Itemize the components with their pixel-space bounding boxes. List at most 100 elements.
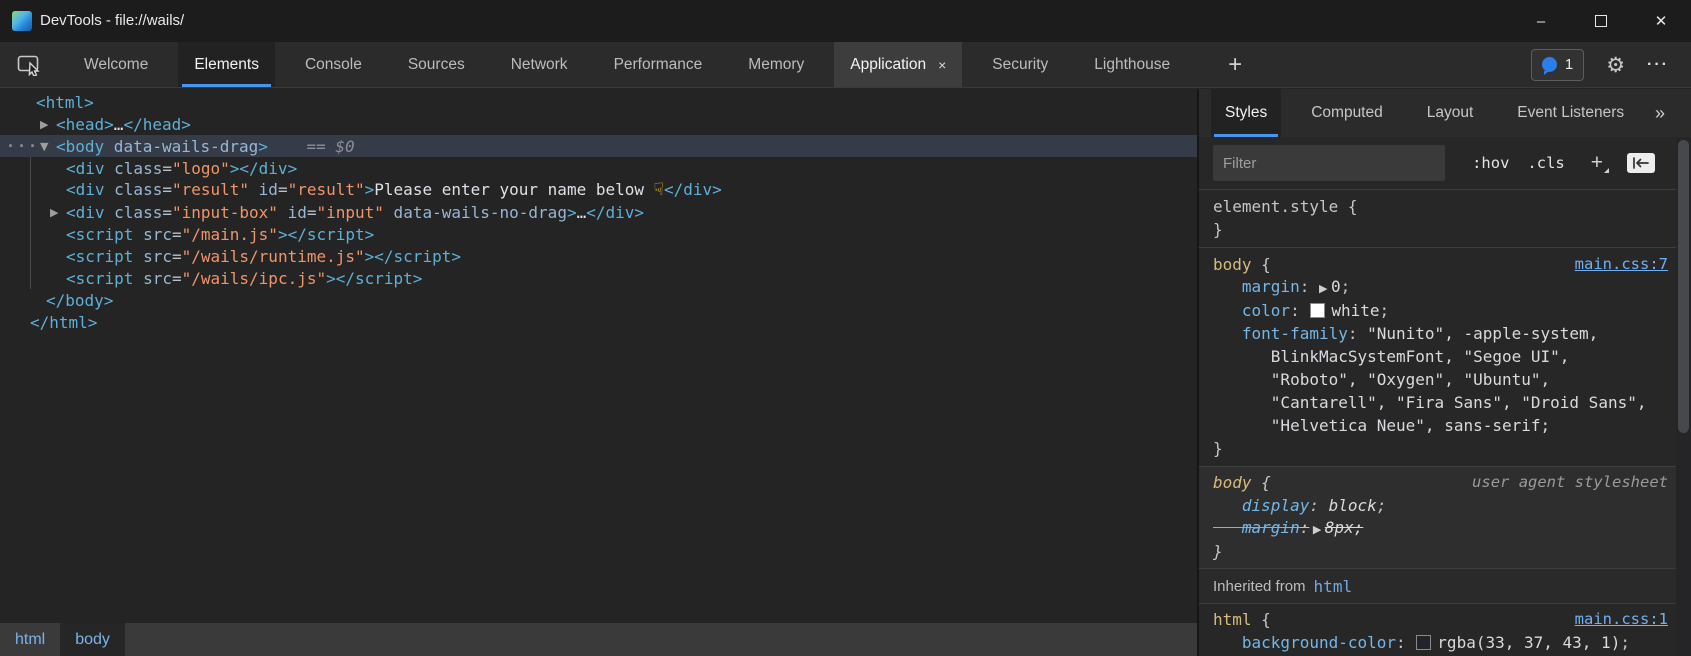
tab-lighthouse[interactable]: Lighthouse bbox=[1078, 42, 1186, 87]
dom-tree-row[interactable]: <script src="/main.js"></script> bbox=[0, 223, 1197, 245]
css-declaration-line[interactable]: body { main.css:7 bbox=[1213, 253, 1676, 276]
code-token: <div bbox=[66, 203, 105, 222]
tab-elements[interactable]: Elements bbox=[178, 42, 275, 87]
css-code: margin: ▶ 0; bbox=[1213, 275, 1350, 300]
tab-event-listeners[interactable]: Event Listeners bbox=[1503, 89, 1638, 137]
breadcrumb-html[interactable]: html bbox=[0, 623, 60, 656]
inspect-element-button[interactable] bbox=[12, 42, 48, 87]
tab-overflow-button[interactable]: » bbox=[1655, 89, 1665, 137]
code-token: "Nunito", -apple-system, bbox=[1367, 324, 1598, 343]
css-declaration-line[interactable]: "Cantarell", "Fira Sans", "Droid Sans", bbox=[1213, 391, 1676, 414]
close-button[interactable]: ✕ bbox=[1631, 0, 1691, 42]
css-code: html { bbox=[1213, 608, 1271, 631]
devtools-app-icon bbox=[12, 11, 32, 31]
tab-application[interactable]: Application × bbox=[834, 42, 962, 87]
tab-console[interactable]: Console bbox=[289, 42, 378, 87]
title-bar: DevTools - file://wails/ – ✕ bbox=[0, 0, 1691, 42]
dom-tree-row[interactable]: ···▼<body data-wails-drag> == $0 bbox=[0, 135, 1197, 157]
css-declaration-line[interactable]: font-family: "Nunito", -apple-system, bbox=[1213, 322, 1676, 345]
dom-tree-row[interactable]: <div class="logo"></div> bbox=[0, 157, 1197, 179]
code-token: = bbox=[162, 159, 172, 178]
code-token: Please enter your name below bbox=[374, 180, 653, 199]
css-declaration-line[interactable]: margin: ▶ 8px; bbox=[1213, 517, 1676, 540]
dom-node-code: <script src="/wails/runtime.js"></script… bbox=[66, 247, 461, 266]
maximize-button[interactable] bbox=[1571, 0, 1631, 42]
dom-tree-row[interactable]: </body> bbox=[0, 289, 1197, 311]
tab-memory[interactable]: Memory bbox=[732, 42, 820, 87]
stylesheet-source-link[interactable]: main.css:7 bbox=[1575, 253, 1668, 276]
code-token: ></script> bbox=[326, 269, 422, 288]
color-swatch[interactable] bbox=[1310, 303, 1325, 318]
issues-counter-button[interactable]: 1 bbox=[1531, 49, 1584, 81]
code-token: <body bbox=[56, 137, 104, 156]
dock-sidebar-toggle-button[interactable] bbox=[1627, 153, 1655, 173]
expand-arrow-icon[interactable]: ▼ bbox=[40, 140, 56, 153]
stylesheet-source-link[interactable]: main.css:1 bbox=[1575, 608, 1668, 631]
tab-computed[interactable]: Computed bbox=[1297, 89, 1397, 137]
expand-arrow-icon[interactable]: ▶ bbox=[40, 118, 56, 131]
css-code: body { bbox=[1213, 253, 1271, 276]
css-code: "Helvetica Neue", sans-serif; bbox=[1213, 414, 1550, 437]
settings-button[interactable]: ⚙ bbox=[1606, 53, 1625, 77]
toggle-hover-state-button[interactable]: :hov bbox=[1472, 154, 1509, 172]
css-declaration-line[interactable]: color: white; bbox=[1213, 299, 1676, 322]
tab-layout[interactable]: Layout bbox=[1413, 89, 1488, 137]
tab-label: Sources bbox=[408, 56, 465, 74]
dom-tree-row[interactable]: <script src="/wails/ipc.js"></script> bbox=[0, 267, 1197, 289]
dom-tree-row[interactable]: </html> bbox=[0, 311, 1197, 333]
code-token: "result" bbox=[172, 180, 249, 199]
code-token: ▶ bbox=[1319, 282, 1331, 295]
dom-tree-row[interactable]: <html> bbox=[0, 91, 1197, 113]
css-declaration-line[interactable]: } bbox=[1213, 437, 1676, 460]
css-declaration-line[interactable]: element.style { bbox=[1213, 195, 1676, 218]
css-declaration-line[interactable]: background-color: rgba(33, 37, 43, 1); bbox=[1213, 631, 1676, 654]
more-actions-icon[interactable]: ··· bbox=[6, 137, 39, 155]
css-declaration-line[interactable]: } bbox=[1213, 540, 1676, 563]
tab-styles[interactable]: Styles bbox=[1211, 89, 1281, 137]
tab-welcome[interactable]: Welcome bbox=[68, 42, 164, 87]
more-options-button[interactable]: ··· bbox=[1647, 56, 1669, 74]
styles-filter-input[interactable] bbox=[1213, 145, 1445, 181]
styles-tab-bar: Styles Computed Layout Event Listeners » bbox=[1199, 89, 1691, 137]
css-declaration-line[interactable]: } bbox=[1213, 218, 1676, 241]
toggle-element-classes-button[interactable]: .cls bbox=[1527, 154, 1564, 172]
new-style-rule-button[interactable]: + bbox=[1591, 151, 1603, 175]
dom-tree-row[interactable]: ▶<div class="input-box" id="input" data-… bbox=[0, 201, 1197, 223]
css-declaration-line[interactable]: display: block; bbox=[1213, 494, 1676, 517]
color-swatch[interactable] bbox=[1416, 635, 1431, 650]
code-token: = bbox=[172, 247, 182, 266]
css-declaration-line[interactable]: "Helvetica Neue", sans-serif; bbox=[1213, 414, 1676, 437]
css-declaration-line[interactable]: body {user agent stylesheet bbox=[1213, 471, 1676, 494]
css-declaration-line[interactable]: BlinkMacSystemFont, "Segoe UI", bbox=[1213, 345, 1676, 368]
add-tab-button[interactable]: + bbox=[1228, 42, 1242, 87]
css-declaration-line[interactable]: margin: ▶ 0; bbox=[1213, 276, 1676, 299]
code-token: ; bbox=[1341, 277, 1351, 296]
tab-network[interactable]: Network bbox=[495, 42, 584, 87]
css-declaration-line[interactable]: html { main.css:1 bbox=[1213, 608, 1676, 631]
tab-label: Styles bbox=[1225, 104, 1267, 122]
code-token: </div> bbox=[586, 203, 644, 222]
dom-tree-row[interactable]: <script src="/wails/runtime.js"></script… bbox=[0, 245, 1197, 267]
code-token: class bbox=[105, 159, 163, 178]
tab-close-icon[interactable]: × bbox=[938, 57, 946, 73]
tab-security[interactable]: Security bbox=[976, 42, 1064, 87]
tab-performance[interactable]: Performance bbox=[598, 42, 719, 87]
minimize-button[interactable]: – bbox=[1511, 0, 1571, 42]
dom-tree-row[interactable]: <div class="result" id="result">Please e… bbox=[0, 179, 1197, 201]
css-declaration-line[interactable]: "Roboto", "Oxygen", "Ubuntu", bbox=[1213, 368, 1676, 391]
dom-tree: <html>▶<head>…</head>···▼<body data-wail… bbox=[0, 89, 1197, 625]
styles-scrollbar[interactable] bbox=[1676, 137, 1691, 656]
expand-arrow-icon[interactable]: ▶ bbox=[50, 206, 66, 219]
tab-label: Security bbox=[992, 56, 1048, 74]
css-code: "Cantarell", "Fira Sans", "Droid Sans", bbox=[1213, 391, 1646, 414]
code-token: <div bbox=[66, 159, 105, 178]
scrollbar-thumb[interactable] bbox=[1678, 140, 1689, 433]
css-code: BlinkMacSystemFont, "Segoe UI", bbox=[1213, 345, 1569, 368]
inherited-node-link[interactable]: html bbox=[1314, 577, 1353, 596]
breadcrumb-body[interactable]: body bbox=[60, 623, 125, 656]
css-code: font-family: "Nunito", -apple-system, bbox=[1213, 322, 1598, 345]
code-token: = bbox=[172, 269, 182, 288]
tab-sources[interactable]: Sources bbox=[392, 42, 481, 87]
code-token: ▶ bbox=[1309, 523, 1324, 536]
dom-tree-row[interactable]: ▶<head>…</head> bbox=[0, 113, 1197, 135]
